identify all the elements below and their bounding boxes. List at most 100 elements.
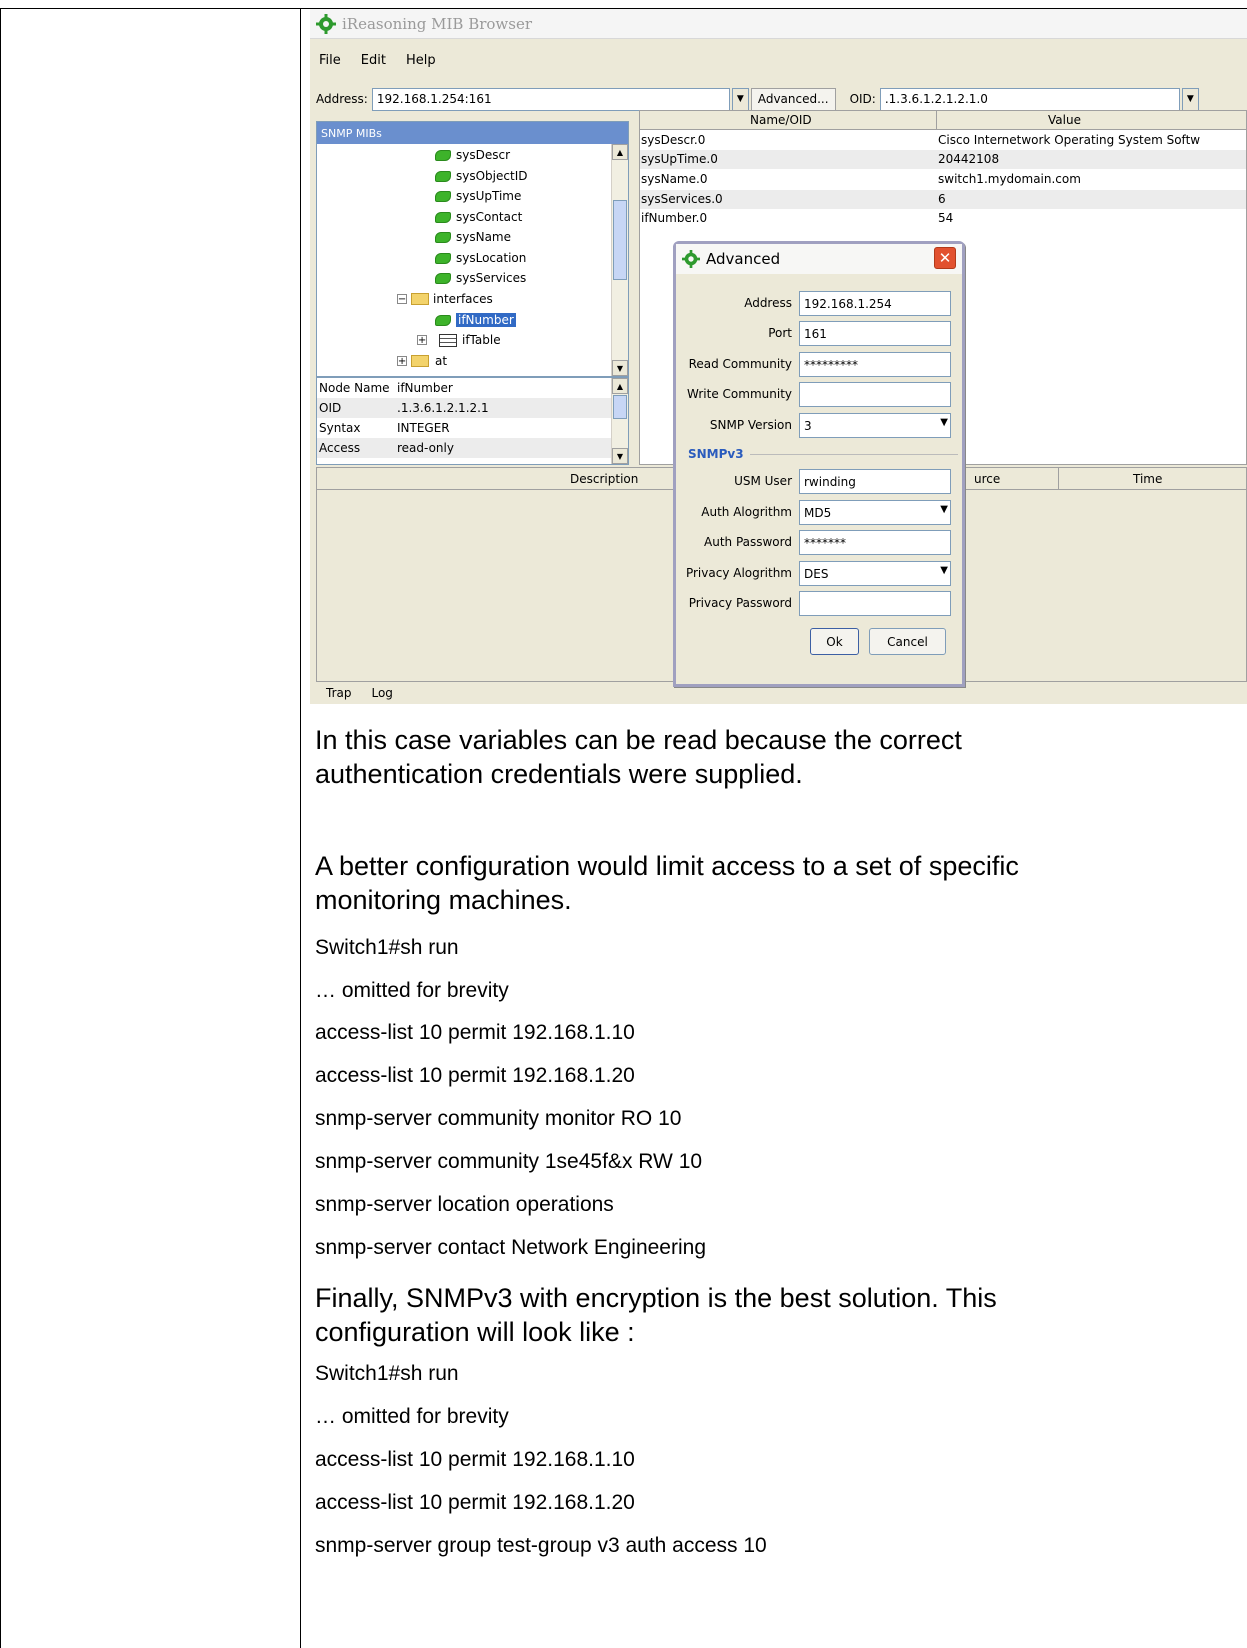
- config-line: … omitted for brevity: [315, 979, 509, 1002]
- tree-item-at[interactable]: + at: [397, 351, 447, 371]
- folder-icon: [411, 355, 429, 367]
- read-community-row: Read Community *********: [676, 352, 962, 377]
- column-header-source[interactable]: urce: [974, 472, 1000, 486]
- scroll-up-icon[interactable]: ▲: [612, 378, 628, 394]
- tree-item-sysuptime[interactable]: sysUpTime: [435, 186, 521, 206]
- table-icon: [439, 333, 457, 347]
- tab-trap[interactable]: Trap: [316, 684, 361, 702]
- scroll-down-icon[interactable]: ▼: [612, 360, 628, 376]
- scroll-down-icon[interactable]: ▼: [612, 448, 628, 464]
- tree-item-iftable[interactable]: + ifTable: [417, 330, 501, 350]
- auth-algorithm-select[interactable]: MD5 ▼: [799, 500, 951, 525]
- props-scrollbar[interactable]: ▲ ▼: [611, 378, 628, 464]
- mib-browser-window: iReasoning MIB Browser File Edit Help Ad…: [310, 9, 1247, 704]
- expand-icon[interactable]: +: [397, 356, 407, 367]
- leaf-icon: [435, 252, 451, 264]
- tree-item-sysname[interactable]: sysName: [435, 227, 511, 247]
- open-folder-icon: [411, 293, 429, 305]
- tree-item-syslocation[interactable]: sysLocation: [435, 248, 526, 268]
- scroll-up-icon[interactable]: ▲: [612, 144, 628, 160]
- mib-tree-panel: SNMP MIBs sysDescr sysObjectID sysUpTime…: [316, 121, 629, 377]
- table-row[interactable]: sysName.0 switch1.mydomain.com: [640, 170, 1246, 189]
- scroll-thumb[interactable]: [613, 395, 627, 419]
- tree-item-ifnumber[interactable]: ifNumber: [435, 310, 516, 330]
- address-row: Address 192.168.1.254: [676, 291, 962, 316]
- node-properties-panel: Node Name ifNumber OID .1.3.6.1.2.1.2.1 Sy…: [316, 377, 629, 465]
- result-table-header: Name/OID Value: [640, 111, 1246, 130]
- chevron-down-icon: ▼: [940, 504, 948, 515]
- advanced-button[interactable]: Advanced...: [750, 87, 836, 111]
- paragraph-2: A better configuration would limit acces…: [315, 851, 1019, 915]
- port-row: Port 161: [676, 321, 962, 346]
- gear-icon: [682, 250, 700, 268]
- config-line: Switch1#sh run: [315, 1362, 459, 1385]
- privacy-password-row: Privacy Password: [676, 591, 962, 616]
- column-header-time[interactable]: Time: [1133, 472, 1162, 486]
- snmp-version-row: SNMP Version 3 ▼: [676, 413, 962, 438]
- leaf-icon: [435, 170, 451, 182]
- collapse-icon[interactable]: −: [397, 294, 407, 305]
- tree-item-sysobjectid[interactable]: sysObjectID: [435, 166, 527, 186]
- table-row[interactable]: ifNumber.0 54: [640, 209, 1246, 228]
- address-input[interactable]: 192.168.1.254:161: [371, 87, 730, 111]
- window-titlebar: iReasoning MIB Browser: [310, 9, 1247, 39]
- tree-scrollbar[interactable]: ▲ ▼: [611, 144, 628, 376]
- config-line: access-list 10 permit 192.168.1.10: [315, 1448, 635, 1471]
- write-community-field[interactable]: [799, 382, 951, 407]
- privacy-algorithm-select[interactable]: DES ▼: [799, 561, 951, 586]
- leaf-icon: [435, 314, 451, 326]
- port-field[interactable]: 161: [799, 321, 951, 346]
- leaf-icon: [435, 190, 451, 202]
- column-header-description[interactable]: Description: [570, 472, 638, 486]
- column-header-name-oid[interactable]: Name/OID: [750, 113, 812, 127]
- menu-help[interactable]: Help: [406, 53, 436, 68]
- config-line: … omitted for brevity: [315, 1405, 509, 1428]
- tab-log[interactable]: Log: [361, 684, 402, 702]
- address-field[interactable]: 192.168.1.254: [799, 291, 951, 316]
- scroll-thumb[interactable]: [613, 200, 627, 280]
- usm-user-row: USM User rwinding: [676, 469, 962, 494]
- table-border-left: [0, 8, 1, 1648]
- tree-item-sysdescr[interactable]: sysDescr: [435, 145, 510, 165]
- oid-input[interactable]: .1.3.6.1.2.1.2.1.0: [879, 87, 1180, 111]
- dialog-titlebar: Advanced: [676, 244, 962, 274]
- menu-edit[interactable]: Edit: [361, 53, 386, 68]
- table-row[interactable]: sysDescr.0 Cisco Internetwork Operating S…: [640, 131, 1246, 150]
- tree-item-sysservices[interactable]: sysServices: [435, 268, 526, 288]
- menu-bar: File Edit Help: [310, 40, 1247, 80]
- auth-password-field[interactable]: *******: [799, 530, 951, 555]
- config-line: snmp-server group test-group v3 auth acc…: [315, 1534, 767, 1557]
- config-line: access-list 10 permit 192.168.1.20: [315, 1064, 635, 1087]
- table-row[interactable]: sysUpTime.0 20442108: [640, 150, 1246, 169]
- table-border-divider: [300, 8, 301, 1648]
- usm-user-field[interactable]: rwinding: [799, 469, 951, 494]
- oid-label: OID:: [849, 92, 876, 106]
- paragraph-1: In this case variables can be read becau…: [315, 725, 962, 789]
- read-community-field[interactable]: *********: [799, 352, 951, 377]
- tree-item-syscontact[interactable]: sysContact: [435, 207, 522, 227]
- window-title: iReasoning MIB Browser: [342, 14, 533, 33]
- snmpv3-section-header: SNMPv3: [688, 447, 958, 461]
- config-line: snmp-server location operations: [315, 1193, 614, 1216]
- column-header-value[interactable]: Value: [1048, 113, 1081, 127]
- config-line: snmp-server community monitor RO 10: [315, 1107, 682, 1130]
- auth-algorithm-row: Auth Alogrithm MD5 ▼: [676, 500, 962, 525]
- dialog-title: Advanced: [706, 250, 781, 268]
- config-line: snmp-server community 1se45f&x RW 10: [315, 1150, 703, 1173]
- ok-button[interactable]: Ok: [810, 628, 859, 655]
- oid-dropdown-button[interactable]: ▼: [1181, 87, 1199, 111]
- address-dropdown-button[interactable]: ▼: [731, 87, 749, 111]
- advanced-dialog: Advanced ✕ Address 192.168.1.254 Port 16…: [673, 241, 965, 687]
- prop-row: Syntax INTEGER: [319, 421, 450, 435]
- table-row[interactable]: sysServices.0 6: [640, 190, 1246, 209]
- tree-item-interfaces[interactable]: − interfaces: [397, 289, 493, 309]
- privacy-password-field[interactable]: [799, 591, 951, 616]
- snmp-version-select[interactable]: 3 ▼: [799, 413, 951, 438]
- expand-icon[interactable]: +: [417, 335, 427, 346]
- prop-row: OID .1.3.6.1.2.1.2.1: [317, 398, 613, 418]
- leaf-icon: [435, 211, 451, 223]
- menu-file[interactable]: File: [319, 53, 341, 68]
- close-icon[interactable]: ✕: [934, 247, 956, 269]
- chevron-down-icon: ▼: [940, 565, 948, 576]
- cancel-button[interactable]: Cancel: [869, 628, 946, 655]
